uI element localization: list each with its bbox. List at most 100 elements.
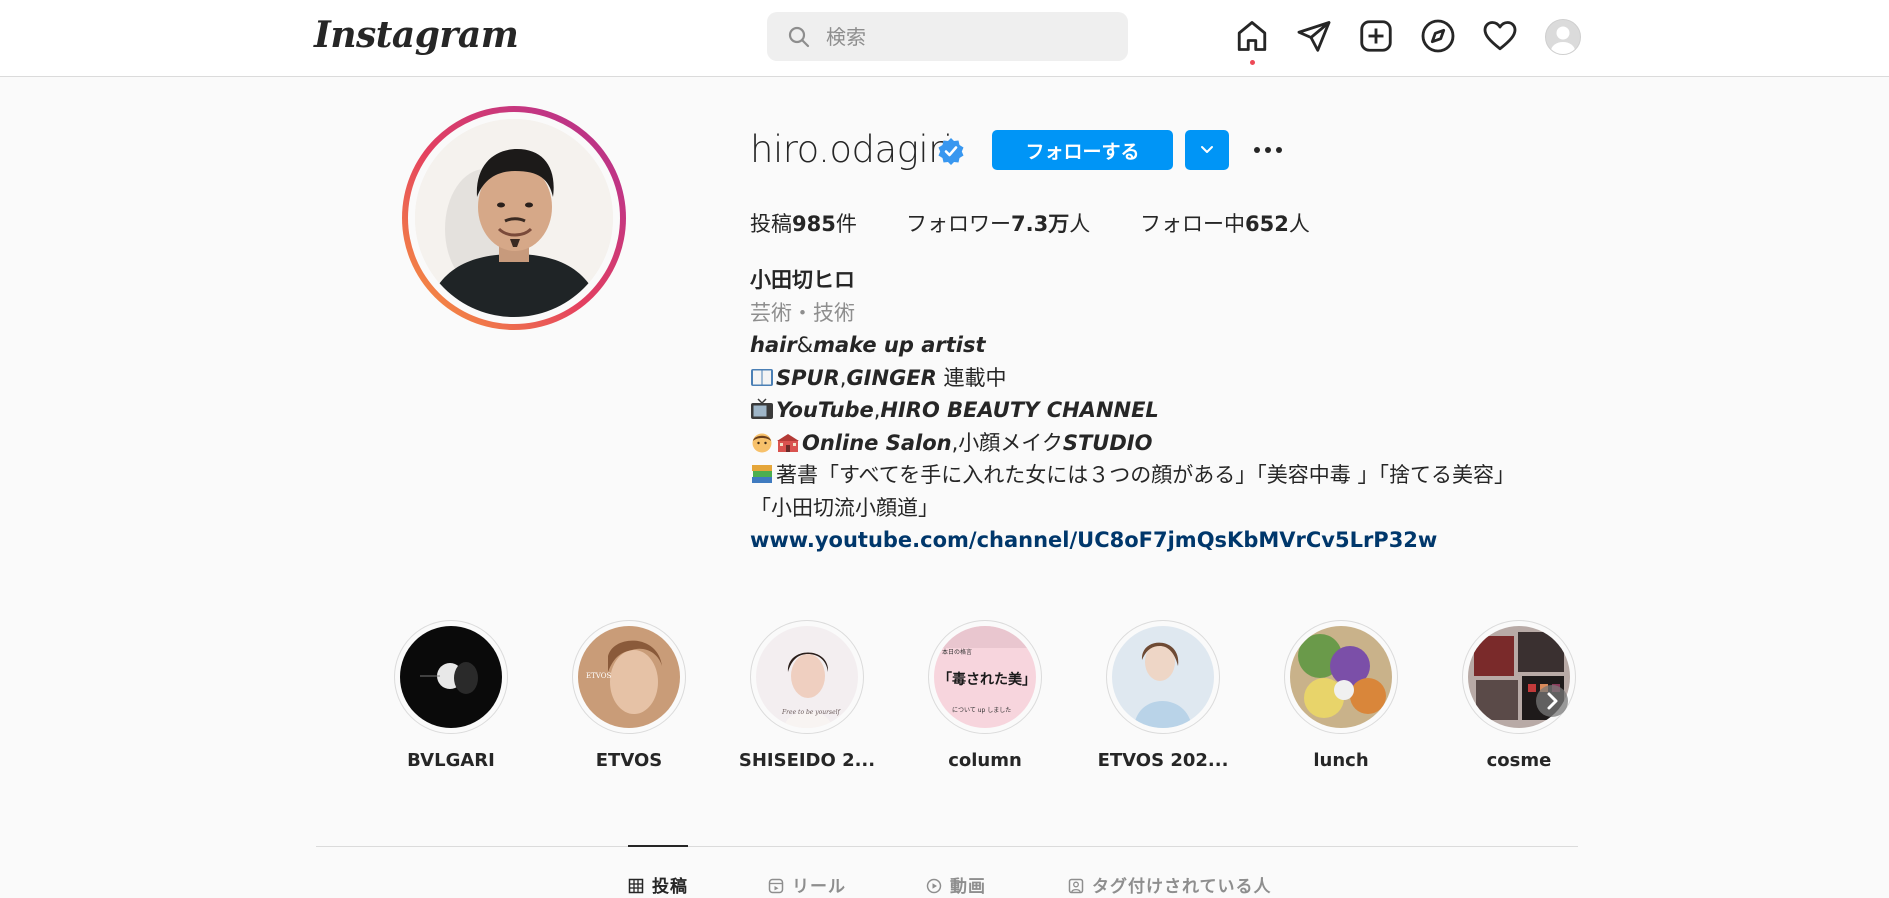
bio-text: STUDIO [1062, 430, 1153, 455]
column-thumb-main-text: 「毒された美」 [938, 671, 1036, 688]
send-icon[interactable] [1296, 18, 1332, 54]
chevron-down-icon [1201, 145, 1213, 153]
highlight-ring: ETVOS [572, 620, 686, 734]
bio-text: ,小顔メイク [951, 430, 1063, 455]
column-thumb-top-text: 本日の格言 [942, 648, 972, 656]
heart-icon[interactable] [1482, 18, 1518, 54]
followers-label: フォロワー [906, 212, 1011, 236]
highlight-thumbnail: Free to be yourself [756, 626, 858, 728]
profile-picture-story-ring[interactable] [402, 106, 626, 330]
instagram-logo[interactable]: Instagram [314, 14, 519, 56]
bio-text: Online Salon [802, 430, 952, 455]
etvos-thumb-text: ETVOS [586, 672, 611, 680]
profile-bio: 小田切ヒロ 芸術・技術 hair&make up artist SPUR,GIN… [750, 264, 1570, 557]
bio-text: GINGER [846, 365, 937, 390]
tab-posts[interactable]: 投稿 [628, 872, 688, 897]
search-box[interactable] [767, 12, 1128, 61]
highlight-item[interactable]: 本日の格言「毒された美」について up しました column [910, 620, 1060, 771]
new-post-icon[interactable] [1358, 18, 1394, 54]
highlight-label: lunch [1313, 750, 1369, 771]
profile-username: hiro.odagiri [750, 128, 953, 171]
open-book-icon [751, 368, 773, 386]
boy-face-icon [752, 433, 772, 452]
video-icon [926, 878, 942, 894]
follow-button[interactable]: フォローする [992, 130, 1173, 170]
search-icon [788, 26, 810, 48]
highlight-item[interactable]: ETVOS 202... [1088, 620, 1238, 771]
grid-icon [628, 878, 644, 894]
following-count-value: 652 [1245, 212, 1289, 236]
bio-text: & [796, 333, 814, 357]
reels-icon [768, 878, 784, 894]
explore-icon[interactable] [1420, 18, 1456, 54]
notification-dot [1250, 60, 1255, 65]
bio-line-2: SPUR,GINGER 連載中 [750, 362, 1570, 395]
bio-text: make up artist [813, 333, 986, 357]
suggested-accounts-dropdown-button[interactable] [1185, 130, 1229, 170]
bio-text: SPUR [776, 365, 840, 390]
highlight-label: cosme [1486, 750, 1552, 771]
followers-unit: 人 [1069, 212, 1091, 236]
tab-reels[interactable]: リール [768, 872, 846, 897]
highlight-label: BVLGARI [407, 750, 495, 771]
highlight-item[interactable]: Free to be yourself SHISEIDO 2... [732, 620, 882, 771]
highlight-label: ETVOS 202... [1097, 750, 1229, 771]
highlight-label: ETVOS [595, 750, 663, 771]
shiseido-thumb-text: Free to be yourself [781, 709, 842, 716]
bio-line-1: hair&make up artist [750, 329, 1570, 362]
bio-text: YouTube [776, 398, 874, 422]
bio-line-4: Online Salon,小顔メイクSTUDIO [750, 427, 1570, 460]
tabs-divider [316, 846, 1578, 847]
highlight-label: column [948, 750, 1022, 771]
search-input[interactable] [824, 20, 1118, 54]
top-navigation-bar: Instagram [0, 0, 1889, 77]
column-thumb-bottom-text: について up しました [952, 707, 1011, 714]
highlight-item[interactable]: ETVOS ETVOS [554, 620, 704, 771]
highlights-next-button[interactable] [1536, 685, 1568, 717]
more-options-icon[interactable] [1252, 136, 1284, 164]
following-label: フォロー中 [1140, 212, 1245, 236]
chevron-right-icon [1547, 692, 1558, 710]
highlight-ring [394, 620, 508, 734]
home-icon[interactable] [1234, 18, 1270, 65]
tab-label: 投稿 [652, 877, 688, 897]
story-highlights: BVLGARI ETVOS ETVOS Free to be yourself … [376, 620, 1576, 780]
highlight-item[interactable]: lunch [1266, 620, 1416, 771]
posts-label: 投稿 [750, 212, 792, 236]
active-tab-indicator [628, 845, 688, 847]
profile-category: 芸術・技術 [750, 300, 855, 325]
highlight-thumbnail [1290, 626, 1392, 728]
bio-text: 連載中 [936, 365, 1007, 390]
profile-avatar[interactable] [1545, 19, 1581, 55]
bio-text: hair [750, 333, 797, 357]
posts-count-value: 985 [792, 212, 836, 236]
default-avatar-icon [1551, 26, 1575, 54]
tagged-icon [1068, 878, 1084, 894]
highlight-thumbnail [400, 626, 502, 728]
bio-text: 著書「すべてを手に入れた女には３つの顔がある」「美容中毒 」「捨てる美容」 [776, 463, 1515, 487]
posts-count[interactable]: 投稿985件 [750, 208, 857, 238]
highlight-ring: Free to be yourself [750, 620, 864, 734]
tab-videos[interactable]: 動画 [926, 872, 986, 897]
highlight-item[interactable]: BVLGARI [376, 620, 526, 771]
tab-label: リール [792, 877, 846, 897]
highlight-thumbnail [1112, 626, 1214, 728]
followers-count-value: 7.3万 [1011, 212, 1070, 236]
following-unit: 人 [1288, 212, 1310, 236]
bio-line-6: 「小田切流小顔道」 [750, 495, 939, 520]
avatar-ring-gap [408, 112, 620, 324]
following-count[interactable]: フォロー中652人 [1140, 208, 1310, 238]
bio-external-link[interactable]: www.youtube.com/channel/UC8oF7jmQsKbMVrC… [750, 528, 1437, 552]
followers-count[interactable]: フォロワー7.3万人 [906, 208, 1090, 238]
tab-tagged[interactable]: タグ付けされている人 [1068, 872, 1272, 897]
profile-picture [415, 119, 613, 317]
profile-full-name: 小田切ヒロ [750, 268, 855, 292]
highlight-item[interactable]: cosme [1444, 620, 1594, 771]
bio-text: HIRO BEAUTY CHANNEL [880, 398, 1159, 422]
highlight-thumbnail: ETVOS [578, 626, 680, 728]
books-icon [752, 465, 772, 483]
television-icon [751, 398, 773, 419]
highlight-ring [1106, 620, 1220, 734]
tab-label: 動画 [950, 877, 986, 897]
highlight-label: SHISEIDO 2... [738, 750, 876, 771]
